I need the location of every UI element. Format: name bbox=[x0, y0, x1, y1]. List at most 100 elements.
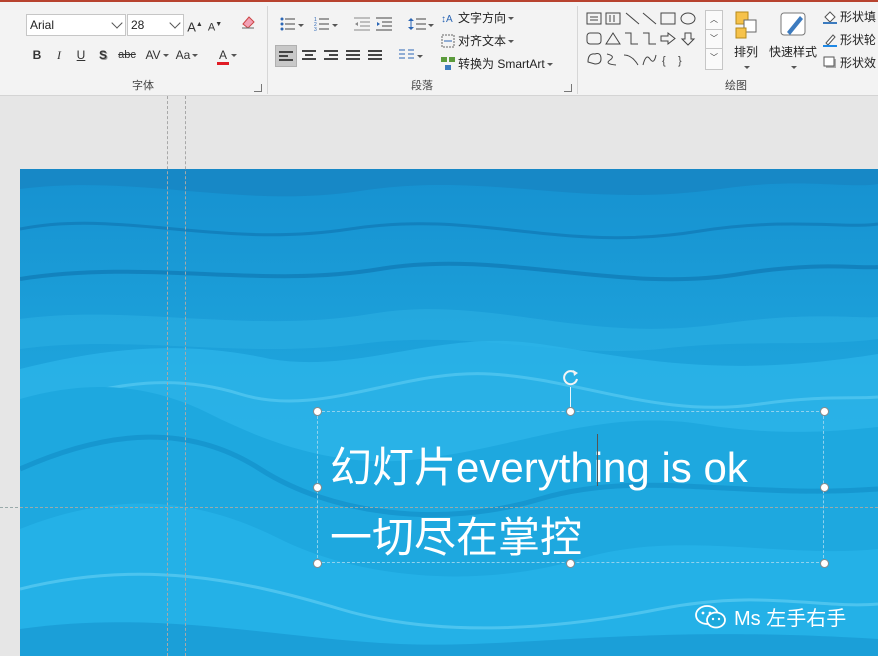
svg-text:↕A: ↕A bbox=[441, 14, 453, 25]
font-color-label: A bbox=[216, 48, 229, 65]
resize-handle-bottom-right[interactable] bbox=[820, 559, 829, 568]
quick-styles-button[interactable]: 快速样式 bbox=[766, 10, 820, 74]
align-text-button[interactable]: 对齐文本 bbox=[441, 31, 515, 51]
align-left-icon bbox=[279, 51, 295, 63]
triangle-shape-icon[interactable] bbox=[605, 32, 621, 45]
selected-text-box[interactable]: 幻灯片everything is ok 一切尽在掌控 bbox=[317, 411, 824, 563]
shape-fill-label: 形状填 bbox=[840, 10, 877, 24]
char-spacing-button[interactable]: AV bbox=[140, 44, 174, 66]
shape-effects-button[interactable]: 形状效 bbox=[823, 53, 876, 73]
smartart-icon bbox=[441, 57, 455, 70]
align-center-button[interactable] bbox=[299, 45, 321, 67]
font-name-combo[interactable]: Arial bbox=[26, 14, 126, 36]
resize-handle-bottom[interactable] bbox=[566, 559, 575, 568]
scroll-up-icon[interactable]: ︿ bbox=[706, 11, 722, 30]
align-left-button[interactable] bbox=[275, 45, 297, 67]
shape-effects-icon bbox=[823, 56, 836, 68]
scroll-down-icon[interactable]: ﹀ bbox=[706, 30, 722, 49]
quick-styles-label: 快速样式 bbox=[768, 45, 817, 59]
oval-shape-icon[interactable] bbox=[680, 12, 696, 25]
vertical-guide[interactable] bbox=[185, 96, 186, 656]
increase-font-button[interactable]: A▲ bbox=[186, 14, 204, 36]
shapes-gallery-scroll[interactable]: ︿ ﹀ ﹀ bbox=[705, 10, 723, 70]
gallery-more-icon[interactable]: ﹀ bbox=[706, 49, 722, 68]
shape-effects-label: 形状效 bbox=[840, 56, 877, 70]
change-case-label: Aa bbox=[175, 48, 191, 62]
columns-button[interactable] bbox=[396, 45, 426, 67]
resize-handle-top-left[interactable] bbox=[313, 407, 322, 416]
elbow-connector-shape-icon[interactable] bbox=[625, 32, 638, 45]
right-arrow-shape-icon[interactable] bbox=[660, 31, 676, 46]
freeform-shape-icon[interactable] bbox=[587, 53, 602, 65]
distributed-icon bbox=[368, 50, 384, 62]
shapes-gallery[interactable]: { } bbox=[586, 10, 704, 70]
text-shadow-button[interactable]: S bbox=[94, 44, 112, 66]
dropdown-arrow-icon bbox=[231, 54, 237, 58]
dropdown-arrow-icon bbox=[332, 24, 338, 28]
scribble-shape-icon[interactable] bbox=[606, 53, 617, 66]
quick-styles-icon bbox=[780, 12, 806, 36]
line-spacing-button[interactable] bbox=[406, 14, 436, 36]
text-direction-button[interactable]: ↕A 文字方向 bbox=[441, 8, 515, 28]
font-color-button[interactable]: A bbox=[212, 44, 242, 66]
vertical-guide[interactable] bbox=[167, 96, 168, 656]
decrease-font-button[interactable]: A▼ bbox=[206, 14, 224, 36]
down-arrow-shape-icon[interactable] bbox=[680, 32, 696, 46]
shape-fill-button[interactable]: 形状填 bbox=[823, 7, 876, 27]
numbering-button[interactable]: 123 bbox=[310, 14, 342, 36]
watermark-text: Ms 左手右手 bbox=[734, 608, 847, 630]
watermark: Ms 左手右手 bbox=[694, 602, 846, 631]
rectangle-shape-icon[interactable] bbox=[660, 12, 676, 25]
clear-formatting-button[interactable] bbox=[238, 14, 258, 36]
rotate-handle-icon[interactable] bbox=[561, 367, 581, 387]
increase-indent-button[interactable] bbox=[374, 14, 394, 36]
right-brace-shape-icon[interactable]: } bbox=[678, 55, 682, 67]
vertical-text-box-shape-icon[interactable] bbox=[605, 12, 621, 25]
bullets-button[interactable] bbox=[276, 14, 308, 36]
justify-button[interactable] bbox=[343, 45, 365, 67]
dropdown-arrow-icon bbox=[192, 54, 199, 58]
arrange-label: 排列 bbox=[733, 45, 758, 59]
resize-handle-top-right[interactable] bbox=[820, 407, 829, 416]
left-brace-shape-icon[interactable]: { bbox=[662, 55, 666, 67]
distributed-button[interactable] bbox=[365, 45, 387, 67]
resize-handle-left[interactable] bbox=[313, 483, 322, 492]
arrange-button[interactable]: 排列 bbox=[728, 10, 764, 74]
dialog-launcher-icon[interactable] bbox=[564, 84, 572, 92]
text-cursor bbox=[597, 434, 598, 486]
strikethrough-button[interactable]: abc bbox=[116, 44, 138, 66]
resize-handle-bottom-left[interactable] bbox=[313, 559, 322, 568]
arc-shape-icon[interactable] bbox=[623, 54, 639, 66]
change-case-button[interactable]: Aa bbox=[172, 44, 202, 66]
underline-button[interactable]: U bbox=[72, 44, 90, 66]
shape-outline-button[interactable]: 形状轮 bbox=[823, 30, 876, 50]
arrow-line-shape-icon[interactable] bbox=[642, 12, 657, 25]
dialog-launcher-icon[interactable] bbox=[254, 84, 262, 92]
paint-bucket-icon bbox=[823, 11, 837, 24]
increase-indent-icon bbox=[376, 17, 392, 31]
slide-text-line-1[interactable]: 幻灯片everything is ok bbox=[330, 434, 748, 495]
italic-button[interactable]: I bbox=[50, 44, 68, 66]
numbered-list-icon: 123 bbox=[314, 17, 329, 33]
drawing-group-label: 绘图 bbox=[725, 80, 747, 92]
resize-handle-top[interactable] bbox=[566, 407, 575, 416]
decrease-indent-icon bbox=[354, 17, 370, 31]
columns-icon bbox=[399, 49, 414, 59]
ribbon: Arial 28 A▲ A▼ B I U S abc AV Aa A 字体 1 bbox=[0, 0, 878, 96]
decrease-indent-button[interactable] bbox=[352, 14, 372, 36]
convert-smartart-button[interactable]: 转换为 SmartArt bbox=[441, 54, 553, 74]
font-size-combo[interactable]: 28 bbox=[127, 14, 184, 36]
slide-text-line-2[interactable]: 一切尽在掌控 bbox=[330, 504, 582, 565]
font-group: Arial 28 A▲ A▼ B I U S abc AV Aa A 字体 bbox=[20, 2, 266, 96]
bold-button[interactable]: B bbox=[28, 44, 46, 66]
chevron-down-icon bbox=[169, 17, 181, 29]
dropdown-arrow-icon bbox=[546, 63, 553, 67]
align-text-label: 对齐文本 bbox=[458, 34, 507, 48]
curve-shape-icon[interactable] bbox=[642, 54, 657, 66]
elbow-arrow-connector-shape-icon[interactable] bbox=[643, 32, 656, 45]
align-right-button[interactable] bbox=[321, 45, 343, 67]
resize-handle-right[interactable] bbox=[820, 483, 829, 492]
rounded-rectangle-shape-icon[interactable] bbox=[586, 32, 602, 45]
text-box-shape-icon[interactable] bbox=[586, 12, 602, 25]
line-shape-icon[interactable] bbox=[625, 12, 640, 25]
